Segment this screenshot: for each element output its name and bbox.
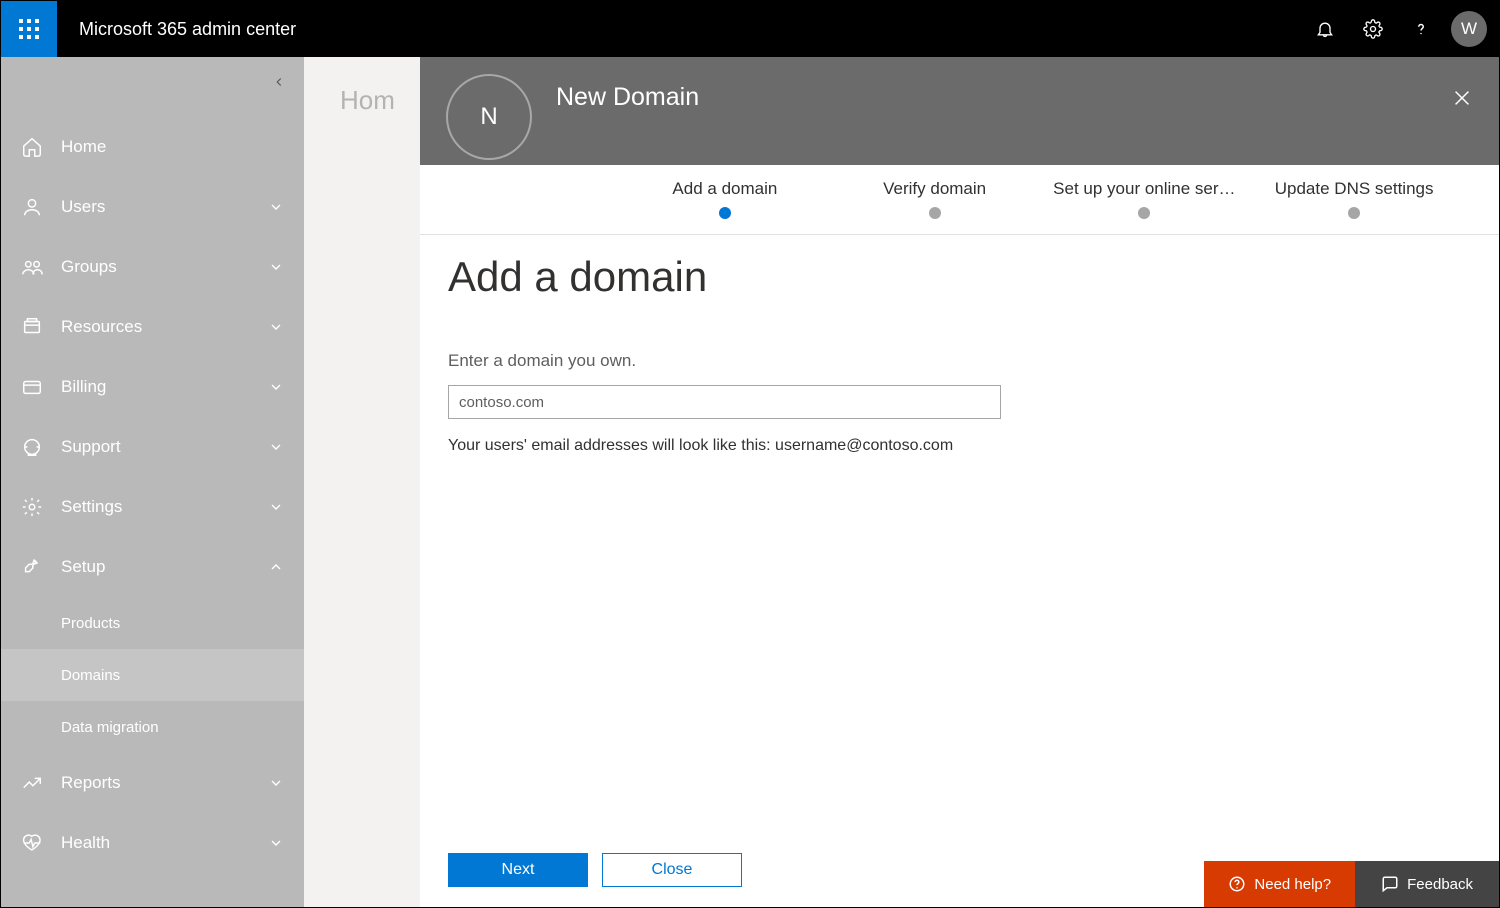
wizard-step-label: Set up your online ser… bbox=[1046, 179, 1244, 199]
waffle-icon bbox=[19, 19, 39, 39]
sidebar-item-users[interactable]: Users bbox=[1, 177, 304, 237]
sidebar-item-label: Resources bbox=[61, 317, 142, 337]
sidebar-item-groups[interactable]: Groups bbox=[1, 237, 304, 297]
sidebar-item-label: Users bbox=[61, 197, 105, 217]
setup-icon bbox=[21, 556, 43, 578]
bell-icon bbox=[1315, 19, 1335, 39]
wizard-step-2[interactable]: Verify domain bbox=[830, 179, 1040, 234]
wizard-step-label: Update DNS settings bbox=[1255, 179, 1453, 199]
top-bar: Microsoft 365 admin center W bbox=[1, 1, 1499, 57]
question-icon bbox=[1412, 20, 1430, 38]
chevron-down-icon bbox=[268, 775, 284, 791]
close-button[interactable]: Close bbox=[602, 853, 742, 887]
panel-title: New Domain bbox=[556, 83, 699, 112]
next-button[interactable]: Next bbox=[448, 853, 588, 887]
domain-input[interactable] bbox=[448, 385, 1001, 419]
panel-close-button[interactable] bbox=[1451, 87, 1473, 109]
group-icon bbox=[21, 256, 43, 278]
domain-hint: Your users' email addresses will look li… bbox=[448, 437, 1471, 455]
wizard-step-dot bbox=[1348, 207, 1360, 219]
reports-icon bbox=[21, 772, 43, 794]
sidebar-subitem-domains[interactable]: Domains bbox=[1, 649, 304, 701]
billing-icon bbox=[21, 376, 43, 398]
chevron-down-icon bbox=[268, 439, 284, 455]
sidebar-item-settings[interactable]: Settings bbox=[1, 477, 304, 537]
feedback-icon bbox=[1381, 875, 1399, 893]
sidebar: Home Users Groups Resources Billing Support Se… bbox=[1, 57, 304, 907]
app-title: Microsoft 365 admin center bbox=[79, 19, 296, 40]
sidebar-item-label: Groups bbox=[61, 257, 117, 277]
feedback-button[interactable]: Feedback bbox=[1355, 861, 1499, 907]
wizard-step-3[interactable]: Set up your online ser… bbox=[1040, 179, 1250, 234]
chevron-down-icon bbox=[268, 499, 284, 515]
sidebar-item-label: Setup bbox=[61, 557, 105, 577]
chevron-up-icon bbox=[268, 559, 284, 575]
sidebar-item-home[interactable]: Home bbox=[1, 117, 304, 177]
chevron-down-icon bbox=[268, 259, 284, 275]
sidebar-item-setup[interactable]: Setup bbox=[1, 537, 304, 597]
need-help-button[interactable]: Need help? bbox=[1204, 861, 1355, 907]
close-icon bbox=[1451, 87, 1473, 109]
panel-header: N New Domain bbox=[420, 59, 1499, 165]
gear-icon bbox=[1363, 19, 1383, 39]
chevron-left-icon bbox=[272, 75, 286, 89]
sidebar-item-support[interactable]: Support bbox=[1, 417, 304, 477]
sidebar-item-label: Reports bbox=[61, 773, 121, 793]
sidebar-item-billing[interactable]: Billing bbox=[1, 357, 304, 417]
health-icon bbox=[21, 832, 43, 854]
chevron-down-icon bbox=[268, 379, 284, 395]
sidebar-collapse-button[interactable] bbox=[272, 75, 286, 89]
chevron-down-icon bbox=[268, 835, 284, 851]
settings-button[interactable] bbox=[1351, 1, 1395, 57]
user-icon bbox=[21, 196, 43, 218]
wizard-step-1[interactable]: Add a domain bbox=[620, 179, 830, 234]
home-icon bbox=[21, 136, 43, 158]
feedback-label: Feedback bbox=[1407, 876, 1473, 893]
sidebar-item-label: Billing bbox=[61, 377, 106, 397]
chevron-down-icon bbox=[268, 319, 284, 335]
sidebar-item-label: Settings bbox=[61, 497, 122, 517]
add-domain-panel: N New Domain Add a domain Verify domain Se… bbox=[420, 57, 1499, 907]
wizard-step-4[interactable]: Update DNS settings bbox=[1249, 179, 1459, 234]
sidebar-subitem-data-migration[interactable]: Data migration bbox=[1, 701, 304, 753]
wizard-step-label: Add a domain bbox=[626, 179, 824, 199]
sidebar-subitem-products[interactable]: Products bbox=[1, 597, 304, 649]
wizard-step-dot bbox=[929, 207, 941, 219]
account-avatar[interactable]: W bbox=[1451, 11, 1487, 47]
support-icon bbox=[21, 436, 43, 458]
help-button[interactable] bbox=[1399, 1, 1443, 57]
sidebar-item-label: Support bbox=[61, 437, 121, 457]
sidebar-item-label: Health bbox=[61, 833, 110, 853]
sidebar-item-resources[interactable]: Resources bbox=[1, 297, 304, 357]
help-circle-icon bbox=[1228, 875, 1246, 893]
sidebar-item-health[interactable]: Health bbox=[1, 813, 304, 873]
sidebar-item-label: Home bbox=[61, 137, 106, 157]
chevron-down-icon bbox=[268, 199, 284, 215]
panel-heading: Add a domain bbox=[448, 253, 1471, 301]
app-launcher-button[interactable] bbox=[1, 1, 57, 57]
domain-input-label: Enter a domain you own. bbox=[448, 351, 1471, 371]
wizard-step-label: Verify domain bbox=[836, 179, 1034, 199]
notifications-button[interactable] bbox=[1303, 1, 1347, 57]
panel-avatar: N bbox=[446, 74, 532, 160]
wizard-step-dot bbox=[1138, 207, 1150, 219]
sidebar-item-reports[interactable]: Reports bbox=[1, 753, 304, 813]
wizard-step-dot bbox=[719, 207, 731, 219]
settings-icon bbox=[21, 496, 43, 518]
need-help-label: Need help? bbox=[1254, 876, 1331, 893]
wizard-steps: Add a domain Verify domain Set up your onl… bbox=[420, 165, 1499, 235]
resources-icon bbox=[21, 316, 43, 338]
